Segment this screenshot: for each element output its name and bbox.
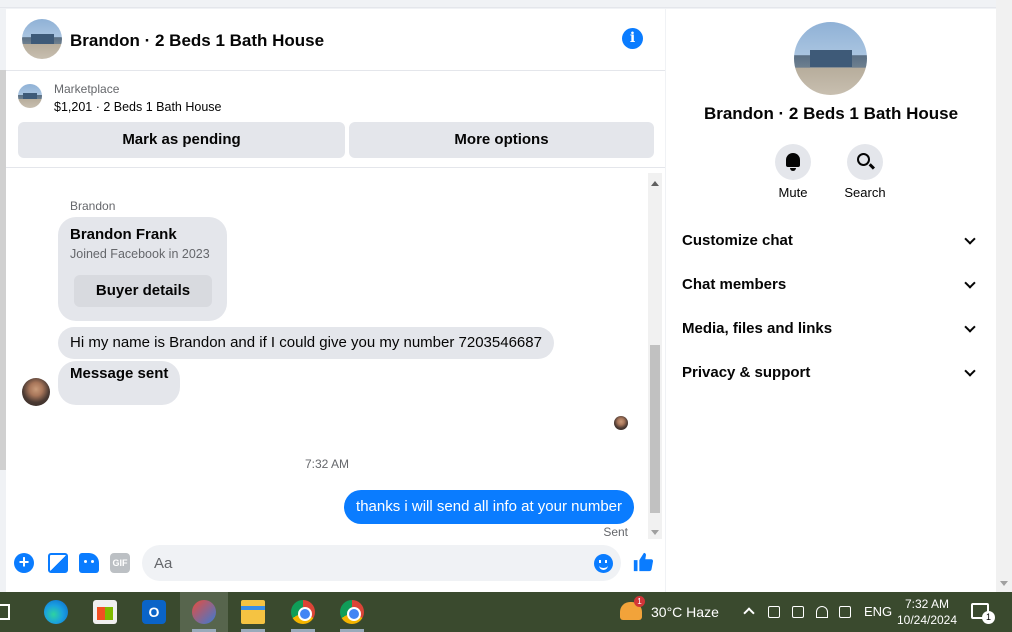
- search-icon[interactable]: [847, 144, 883, 180]
- emoji-icon[interactable]: [594, 554, 613, 573]
- buyer-name: Brandon Frank: [70, 226, 177, 243]
- image-icon[interactable]: [48, 553, 68, 573]
- buyer-card: Brandon Frank Joined Facebook in 2023 Bu…: [58, 217, 227, 321]
- composer: + GIF: [6, 543, 665, 587]
- search-action[interactable]: Search: [835, 144, 895, 200]
- mute-action[interactable]: Mute: [763, 144, 823, 200]
- seen-avatar: [614, 416, 628, 430]
- store-icon: [93, 600, 117, 624]
- scroll-down-arrow-icon[interactable]: [651, 530, 659, 535]
- chevron-down-icon: [964, 277, 976, 289]
- section-label: Customize chat: [682, 232, 793, 249]
- chevron-up-icon[interactable]: [743, 607, 755, 619]
- mark-as-pending-button[interactable]: Mark as pending: [18, 122, 345, 158]
- chrome-icon: [291, 600, 315, 624]
- message-scrollbar[interactable]: [648, 173, 662, 539]
- clock-date: 10/24/2024: [896, 613, 958, 627]
- mute-label: Mute: [778, 185, 808, 200]
- incoming-message[interactable]: Message sent: [58, 361, 181, 405]
- taskbar-outlook[interactable]: O: [130, 592, 178, 632]
- search-label: Search: [844, 185, 886, 200]
- chrome-icon: [340, 600, 364, 624]
- listing-avatar[interactable]: [22, 19, 62, 59]
- taskbar-store[interactable]: [81, 592, 129, 632]
- clock-time: 7:32 AM: [904, 597, 950, 611]
- folder-icon: [241, 600, 265, 624]
- scroll-up-arrow-icon[interactable]: [651, 181, 659, 186]
- privacy-support-section[interactable]: Privacy & support: [682, 358, 980, 388]
- wifi-icon[interactable]: [816, 606, 828, 618]
- chat-header: Brandon · 2 Beds 1 Bath House i: [6, 9, 665, 71]
- notifications-icon[interactable]: 1: [971, 603, 995, 624]
- outgoing-message[interactable]: thanks i will send all info at your numb…: [344, 490, 634, 524]
- page-scrollbar[interactable]: [996, 0, 1012, 592]
- message-status: Sent: [603, 525, 628, 539]
- scroll-thumb[interactable]: [650, 345, 660, 513]
- marketplace-label: Marketplace: [54, 82, 120, 96]
- listing-thumbnail[interactable]: [18, 84, 42, 108]
- weather-text[interactable]: 30°C Haze: [651, 604, 719, 620]
- section-label: Chat members: [682, 276, 787, 293]
- conversation-info-panel: Brandon · 2 Beds 1 Bath House Mute Searc…: [666, 9, 996, 592]
- section-label: Privacy & support: [682, 364, 811, 381]
- scroll-down-arrow-icon[interactable]: [1000, 581, 1008, 586]
- taskbar-snipping-tool[interactable]: [180, 592, 228, 632]
- windows-taskbar: O 1 30°C Haze ENG 7:32 AM 10/24/2024 1: [0, 592, 1012, 632]
- weather-badge: 1: [634, 596, 645, 607]
- info-icon[interactable]: i: [622, 28, 643, 49]
- clock[interactable]: 7:32 AM 10/24/2024: [896, 596, 958, 628]
- gif-icon[interactable]: GIF: [110, 553, 130, 573]
- notification-badge: 1: [982, 611, 995, 624]
- sender-name: Brandon: [70, 199, 116, 213]
- taskbar-file-explorer[interactable]: [229, 592, 277, 632]
- info-title: Brandon · 2 Beds 1 Bath House: [703, 104, 959, 123]
- snipping-tool-icon: [192, 600, 216, 624]
- sticker-icon[interactable]: [79, 553, 99, 573]
- outlook-icon: O: [142, 600, 166, 624]
- media-files-links-section[interactable]: Media, files and links: [682, 314, 980, 344]
- chevron-down-icon: [964, 365, 976, 377]
- message-timestamp: 7:32 AM: [304, 457, 350, 471]
- buyer-joined: Joined Facebook in 2023: [70, 247, 210, 261]
- sender-avatar[interactable]: [22, 378, 50, 406]
- listing-price-title[interactable]: $1,201 · 2 Beds 1 Bath House: [54, 100, 221, 114]
- bell-icon[interactable]: [775, 144, 811, 180]
- truncated-previous-message: [306, 169, 406, 171]
- chat-members-section[interactable]: Chat members: [682, 270, 980, 300]
- plus-icon[interactable]: +: [14, 553, 34, 573]
- chat-panel: Brandon · 2 Beds 1 Bath House i Marketpl…: [6, 9, 665, 592]
- chevron-down-icon: [964, 233, 976, 245]
- top-border: [0, 0, 1012, 8]
- chat-title[interactable]: Brandon · 2 Beds 1 Bath House: [70, 31, 324, 51]
- task-view-icon[interactable]: [0, 604, 10, 620]
- more-options-button[interactable]: More options: [349, 122, 654, 158]
- taskbar-chrome-2[interactable]: [328, 592, 376, 632]
- message-list: Brandon Brandon Frank Joined Facebook in…: [6, 169, 648, 539]
- customize-chat-section[interactable]: Customize chat: [682, 226, 980, 256]
- incoming-message[interactable]: Hi my name is Brandon and if I could giv…: [58, 327, 554, 359]
- section-label: Media, files and links: [682, 320, 833, 337]
- buyer-details-button[interactable]: Buyer details: [74, 275, 212, 307]
- edge-icon: [44, 600, 68, 624]
- chevron-down-icon: [964, 321, 976, 333]
- taskbar-chrome-1[interactable]: [279, 592, 327, 632]
- meet-now-icon[interactable]: [768, 606, 780, 618]
- taskbar-edge[interactable]: [32, 592, 80, 632]
- language-indicator[interactable]: ENG: [864, 604, 892, 619]
- messenger-app: Brandon · 2 Beds 1 Bath House i Marketpl…: [0, 0, 1012, 592]
- marketplace-banner: Marketplace $1,201 · 2 Beds 1 Bath House…: [6, 72, 665, 168]
- thumbs-up-icon[interactable]: [632, 551, 654, 573]
- weather-icon[interactable]: 1: [620, 596, 645, 620]
- message-input[interactable]: [142, 545, 621, 581]
- battery-icon[interactable]: [792, 606, 804, 618]
- info-avatar[interactable]: [794, 22, 867, 95]
- volume-icon[interactable]: [839, 606, 851, 618]
